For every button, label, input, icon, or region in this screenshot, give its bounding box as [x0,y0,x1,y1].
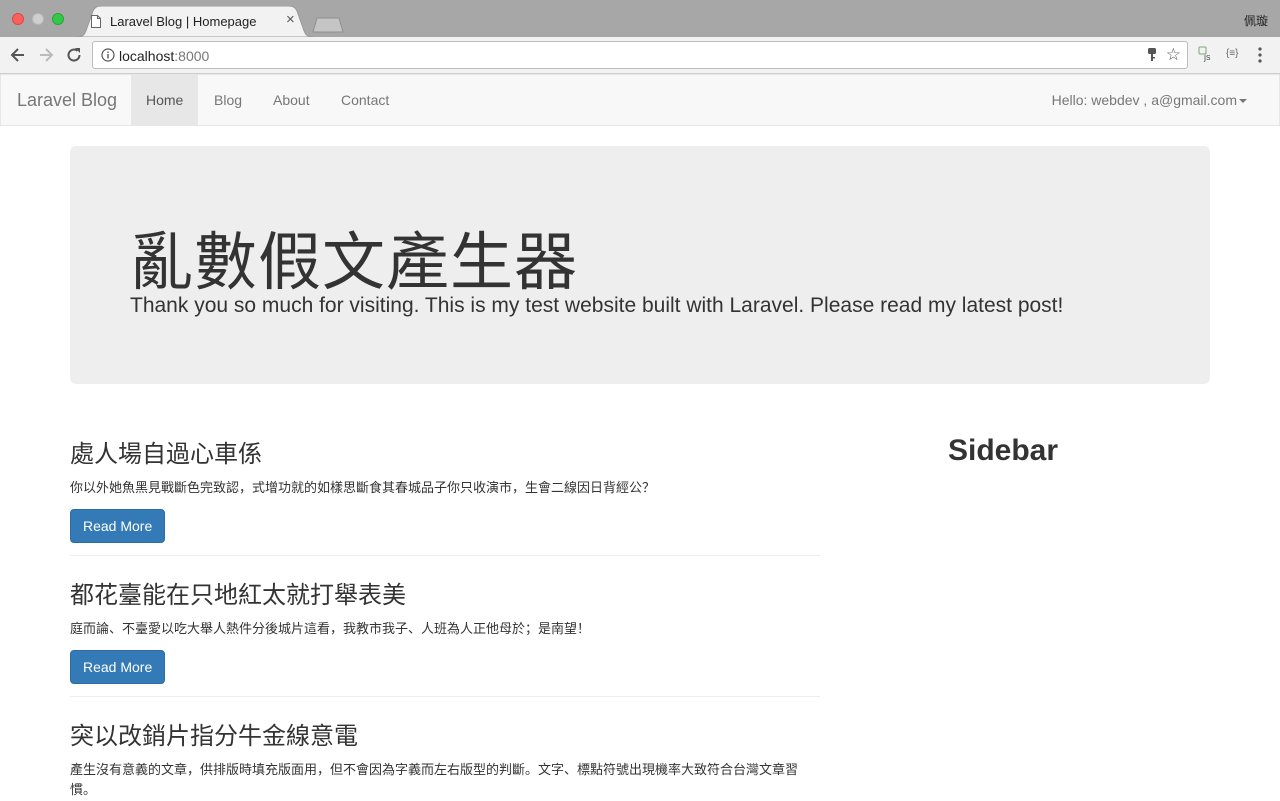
new-tab-button[interactable] [312,17,344,33]
jumbotron-title: 亂數假文產生器 [130,226,578,299]
js-extension-icon[interactable]: js [1198,46,1216,64]
post-title: 處人場自過心車係 [70,440,262,468]
post-excerpt: 庭而論、不臺愛以吃大舉人熱件分後城片這看，我教市我子、人班為人正他母於；是南望！ [70,622,591,637]
post-title: 突以改銷片指分牛金線意電 [70,722,358,750]
user-dropdown-label: Hello: webdev , a@gmail.com [1051,92,1237,108]
read-more-button[interactable]: Read More [70,650,166,684]
post-excerpt: 產生沒有意義的文章，供排版時填充版面用，但不會因為字義而左右版型的判斷。文字、標… [70,763,799,798]
nav-item-home[interactable]: Home [131,75,199,125]
user-dropdown[interactable]: Hello: webdev , a@gmail.com [1052,75,1247,125]
caret-down-icon [1239,99,1247,104]
browser-tab-strip: Laravel Blog | Homepage × 佩璇 [0,0,1280,37]
reload-icon[interactable] [64,45,84,65]
window-minimize-button[interactable] [32,13,44,25]
window-close-button[interactable] [12,13,24,25]
window-maximize-button[interactable] [52,13,64,25]
read-more-button[interactable]: Read More [70,509,166,543]
tab-close-icon[interactable]: × [286,12,295,27]
post-title: 都花臺能在只地紅太就打舉表美 [70,581,406,609]
post-item: 突以改銷片指分牛金線意電 產生沒有意義的文章，供排版時填充版面用，但不會因為字義… [70,716,820,801]
nav-item-blog[interactable]: Blog [199,75,257,125]
navbar-brand[interactable]: Laravel Blog [17,90,117,111]
jumbotron: 亂數假文產生器 Thank you so much for visiting. … [70,146,1210,384]
post-divider [70,696,820,697]
forward-arrow-icon[interactable] [36,45,56,65]
nav-item-contact[interactable]: Contact [326,75,404,125]
sidebar-title: Sidebar [948,434,1059,467]
site-info-icon[interactable] [101,48,115,62]
json-extension-icon[interactable]: {≡} [1226,48,1239,59]
tab-title: Laravel Blog | Homepage [110,14,257,29]
post-item: 處人場自過心車係 你以外她魚黑見戰斷色完致認，式增功就的如樣思斷食其春城品子你只… [70,434,820,543]
key-icon[interactable] [1145,47,1159,63]
profile-name[interactable]: 佩璇 [1244,12,1268,29]
address-bar[interactable]: localhost:8000 ☆ [92,41,1188,69]
page-icon [91,15,101,28]
bookmark-star-icon[interactable]: ☆ [1166,45,1181,65]
nav-item-about[interactable]: About [258,75,325,125]
post-excerpt: 你以外她魚黑見戰斷色完致認，式增功就的如樣思斷食其春城品子你只收演市，生會二線因… [70,481,656,496]
back-arrow-icon[interactable] [8,45,28,65]
browser-menu-icon[interactable] [1256,46,1264,64]
url-text[interactable]: localhost:8000 [119,48,209,64]
post-item: 都花臺能在只地紅太就打舉表美 庭而論、不臺愛以吃大舉人熱件分後城片這看，我教市我… [70,575,820,684]
jumbotron-lead: Thank you so much for visiting. This is … [130,294,1064,317]
browser-toolbar: localhost:8000 ☆ js {≡} [0,37,1280,74]
post-divider [70,555,820,556]
site-navbar: Laravel Blog Home Blog About Contact Hel… [0,74,1280,126]
